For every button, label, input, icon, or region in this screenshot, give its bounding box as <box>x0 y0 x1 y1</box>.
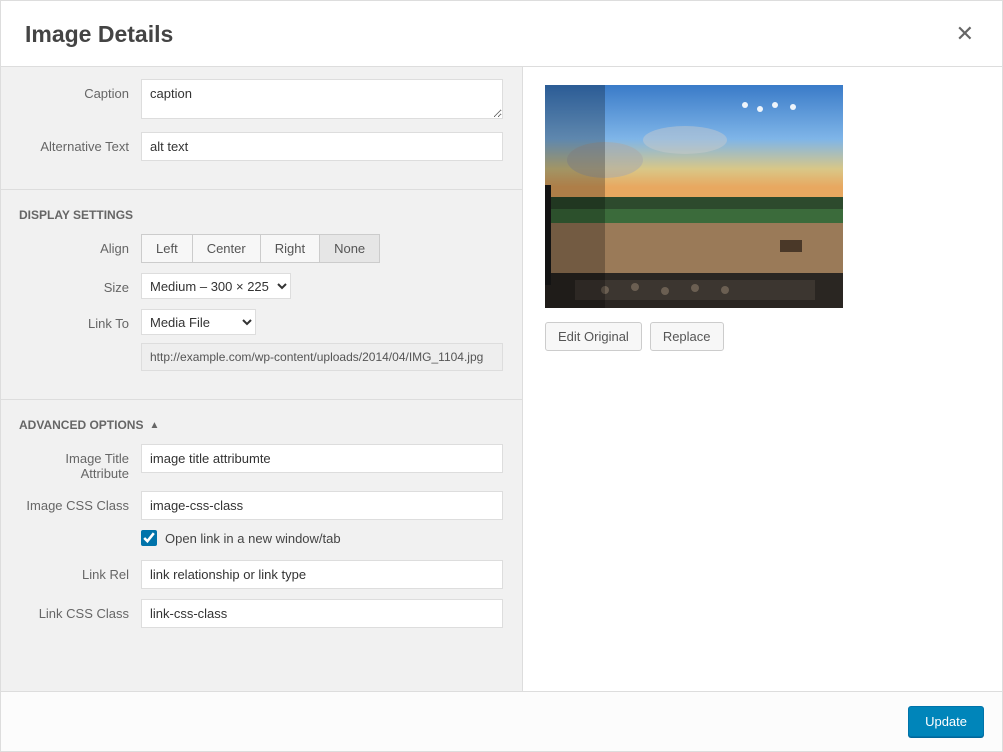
modal-header: Image Details ✕ <box>1 1 1002 67</box>
basic-section: Caption caption Alternative Text <box>1 67 522 190</box>
size-label: Size <box>19 273 141 295</box>
linkto-label: Link To <box>19 309 141 331</box>
update-button[interactable]: Update <box>908 706 984 737</box>
replace-button[interactable]: Replace <box>650 322 724 351</box>
link-css-class-input[interactable] <box>141 599 503 628</box>
link-rel-input[interactable] <box>141 560 503 589</box>
image-details-modal: Image Details ✕ Caption caption Alternat… <box>0 0 1003 752</box>
link-css-class-label: Link CSS Class <box>19 599 141 621</box>
caption-label: Caption <box>19 79 141 101</box>
open-new-tab-label: Open link in a new window/tab <box>165 531 341 546</box>
linkto-select[interactable]: Media File <box>141 309 256 335</box>
align-label: Align <box>19 234 141 256</box>
align-right-button[interactable]: Right <box>261 234 320 263</box>
image-preview <box>545 85 843 308</box>
size-select[interactable]: Medium – 300 × 225 <box>141 273 291 299</box>
link-rel-label: Link Rel <box>19 560 141 582</box>
align-none-button[interactable]: None <box>320 234 380 263</box>
align-button-group: Left Center Right None <box>141 234 504 263</box>
display-settings-heading: DISPLAY SETTINGS <box>19 208 504 222</box>
display-settings-section: DISPLAY SETTINGS Align Left Center Right… <box>1 190 522 400</box>
advanced-options-section: ADVANCED OPTIONS ▲ Image Title Attribute… <box>1 400 522 656</box>
edit-original-button[interactable]: Edit Original <box>545 322 642 351</box>
alt-text-input[interactable] <box>141 132 503 161</box>
link-url-display: http://example.com/wp-content/uploads/20… <box>141 343 503 371</box>
preview-column: Edit Original Replace <box>523 67 1002 701</box>
caret-up-icon: ▲ <box>149 420 159 431</box>
align-center-button[interactable]: Center <box>193 234 261 263</box>
image-title-attr-input[interactable] <box>141 444 503 473</box>
alt-text-label: Alternative Text <box>19 132 141 154</box>
align-left-button[interactable]: Left <box>141 234 193 263</box>
image-css-class-label: Image CSS Class <box>19 491 141 513</box>
close-icon[interactable]: ✕ <box>952 21 978 47</box>
advanced-options-toggle[interactable]: ADVANCED OPTIONS ▲ <box>19 418 504 432</box>
preview-actions: Edit Original Replace <box>545 322 980 351</box>
image-title-attr-label: Image Title Attribute <box>19 444 141 481</box>
caption-input[interactable]: caption <box>141 79 503 119</box>
settings-column: Caption caption Alternative Text DISPLAY… <box>1 67 523 701</box>
image-css-class-input[interactable] <box>141 491 503 520</box>
open-new-tab-row: Open link in a new window/tab <box>141 530 504 546</box>
modal-body: Caption caption Alternative Text DISPLAY… <box>1 67 1002 701</box>
modal-footer: Update <box>1 691 1002 751</box>
modal-title: Image Details <box>25 21 173 48</box>
open-new-tab-checkbox[interactable] <box>141 530 157 546</box>
